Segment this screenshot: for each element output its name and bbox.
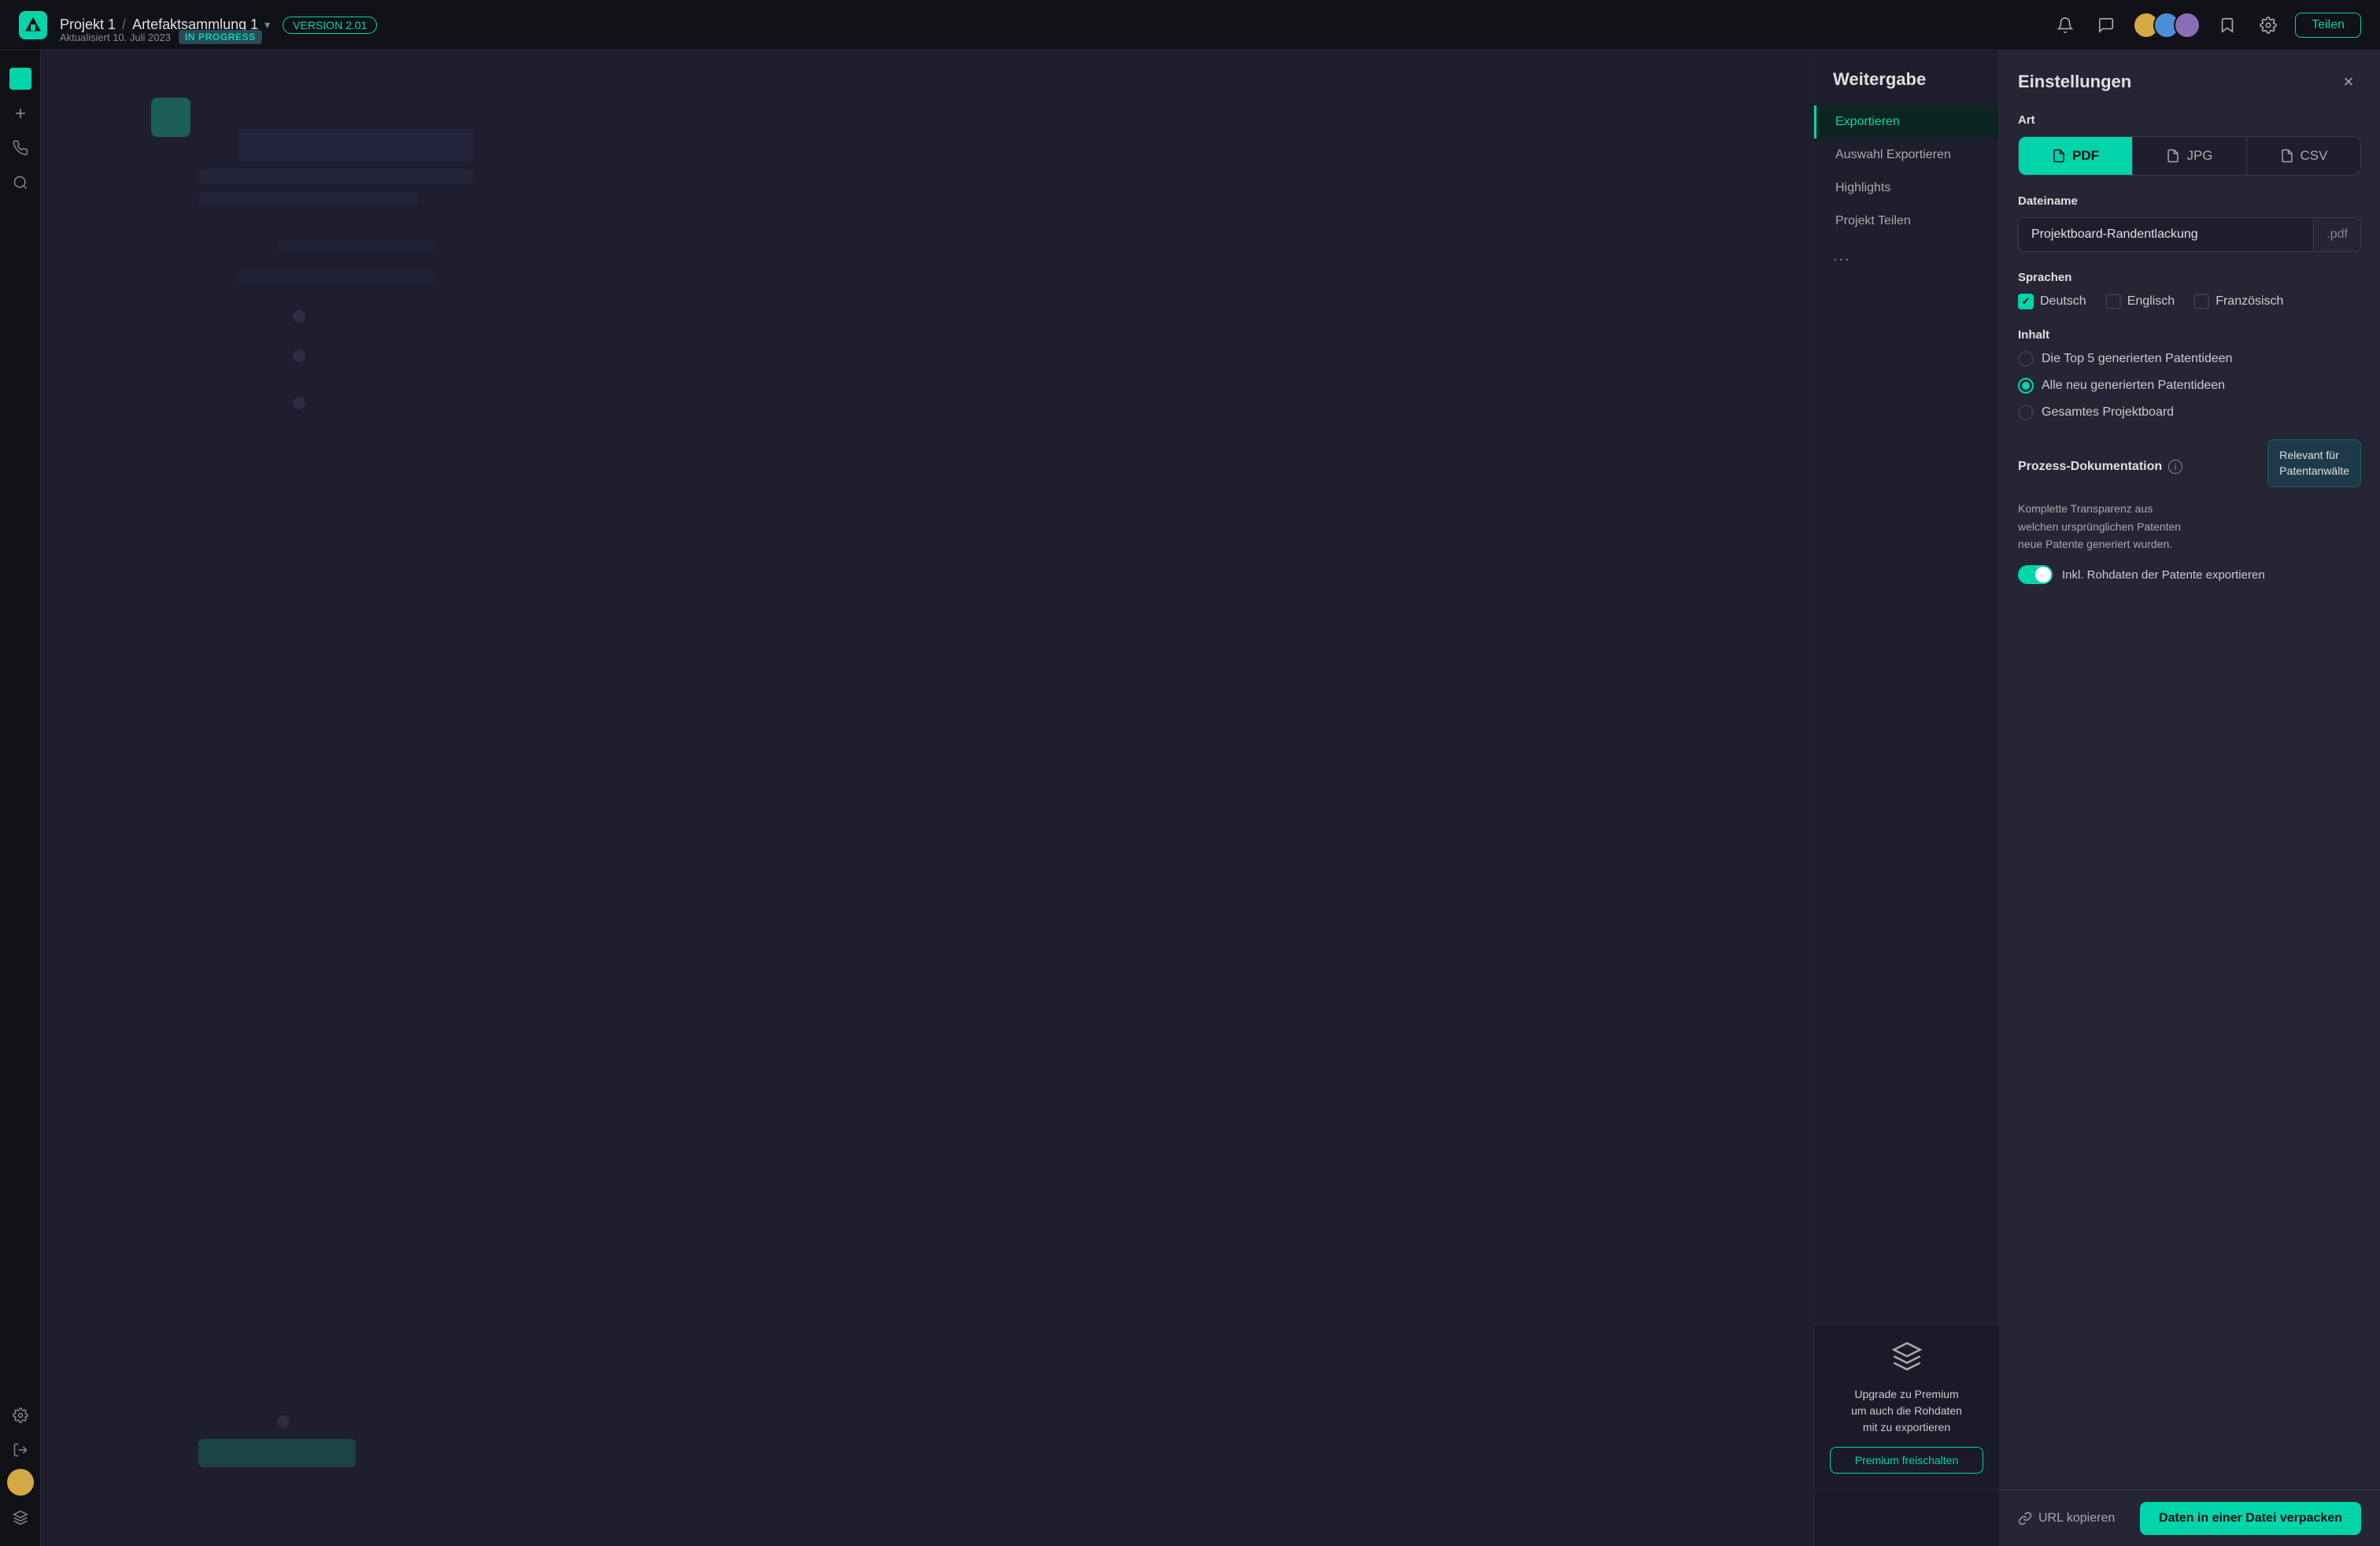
upgrade-stack-icon bbox=[1830, 1341, 1983, 1378]
toggle-thumb bbox=[2035, 567, 2051, 583]
upgrade-text: Upgrade zu Premiumum auch die Rohdatenmi… bbox=[1830, 1386, 1983, 1436]
topbar-sub: Aktualisiert 10. Juli 2023 IN PROGRESS bbox=[60, 30, 262, 44]
einst-bottom-bar: URL kopieren Daten in einer Datei verpac… bbox=[1999, 1489, 2380, 1546]
prozess-header: Prozess-Dokumentation i Relevant fürPate… bbox=[2018, 439, 2361, 494]
checkbox-englisch[interactable]: Englisch bbox=[2105, 294, 2175, 309]
sidebar-icon-settings[interactable] bbox=[5, 1400, 36, 1431]
topbar: Projekt 1 / Artefaktsammlung 1 ▾ VERSION… bbox=[0, 0, 2380, 50]
url-kopieren-button[interactable]: URL kopieren bbox=[2018, 1511, 2115, 1526]
dateiname-row: .pdf bbox=[2018, 217, 2361, 252]
sidebar bbox=[0, 50, 41, 1546]
checkbox-deutsch[interactable]: Deutsch bbox=[2018, 294, 2086, 309]
bookmark-icon-btn[interactable] bbox=[2213, 11, 2241, 39]
upgrade-box: Upgrade zu Premiumum auch die Rohdatenmi… bbox=[1814, 1324, 1999, 1489]
logo[interactable] bbox=[19, 11, 47, 39]
sidebar-icon-logout[interactable] bbox=[5, 1434, 36, 1466]
dateiname-label: Dateiname bbox=[2018, 194, 2361, 208]
radio-alle-dot[interactable] bbox=[2018, 378, 2034, 394]
checkbox-englisch-box[interactable] bbox=[2105, 294, 2121, 309]
format-tabs: PDF JPG CSV bbox=[2018, 136, 2361, 176]
checkbox-deutsch-box[interactable] bbox=[2018, 294, 2034, 309]
menu-item-highlights[interactable]: Highlights bbox=[1814, 172, 1998, 205]
sidebar-icon-add[interactable] bbox=[5, 98, 36, 129]
radio-alle[interactable]: Alle neu generierten Patentideen bbox=[2018, 378, 2361, 394]
avatars-group[interactable] bbox=[2133, 12, 2201, 39]
avatar-3[interactable] bbox=[2174, 12, 2201, 39]
art-label: Art bbox=[2018, 113, 2361, 127]
topbar-right: Teilen bbox=[2051, 11, 2361, 39]
user-avatar[interactable] bbox=[7, 1469, 34, 1496]
radio-top5-dot[interactable] bbox=[2018, 351, 2034, 367]
prozess-label: Prozess-Dokumentation bbox=[2018, 460, 2162, 474]
dateiname-ext: .pdf bbox=[2313, 218, 2360, 251]
chat-icon-btn[interactable] bbox=[2092, 11, 2120, 39]
url-kopieren-label: URL kopieren bbox=[2038, 1511, 2115, 1526]
close-button[interactable]: × bbox=[2336, 69, 2361, 94]
updated-label: Aktualisiert 10. Juli 2023 bbox=[60, 31, 171, 43]
menu-item-exportieren[interactable]: Exportieren bbox=[1814, 105, 1998, 139]
daten-verpacken-button[interactable]: Daten in einer Datei verpacken bbox=[2140, 1502, 2361, 1535]
tooltip-bubble: Relevant fürPatentanwälte bbox=[2267, 439, 2361, 487]
sprachen-row: Deutsch Englisch Französisch bbox=[2018, 294, 2361, 309]
premium-button[interactable]: Premium freischalten bbox=[1830, 1447, 1983, 1474]
format-tab-pdf[interactable]: PDF bbox=[2019, 137, 2133, 175]
sidebar-icon-search[interactable] bbox=[5, 167, 36, 198]
toggle-inkl-rohdaten[interactable] bbox=[2018, 565, 2053, 584]
left-panel-bottom-bar bbox=[1814, 1489, 1999, 1546]
toggle-label: Inkl. Rohdaten der Patente exportieren bbox=[2062, 568, 2265, 582]
dropdown-icon[interactable]: ▾ bbox=[264, 18, 270, 31]
teilen-button[interactable]: Teilen bbox=[2295, 13, 2361, 38]
checkbox-franzoesisch[interactable]: Französisch bbox=[2193, 294, 2283, 309]
weitergabe-panel: Weitergabe Exportieren Auswahl Exportier… bbox=[1813, 50, 2380, 1546]
format-tab-csv[interactable]: CSV bbox=[2247, 137, 2360, 175]
version-badge[interactable]: VERSION 2.01 bbox=[283, 17, 377, 34]
radio-group-inhalt: Die Top 5 generierten Patentideen Alle n… bbox=[2018, 351, 2361, 420]
menu-item-auswahl[interactable]: Auswahl Exportieren bbox=[1814, 139, 1998, 172]
einst-title: Einstellungen bbox=[2018, 72, 2131, 92]
toggle-row: Inkl. Rohdaten der Patente exportieren bbox=[2018, 565, 2361, 584]
menu-item-more[interactable]: ... bbox=[1814, 238, 1998, 275]
info-icon[interactable]: i bbox=[2168, 460, 2182, 474]
radio-gesamtes[interactable]: Gesamtes Projektboard bbox=[2018, 405, 2361, 420]
menu-item-projekt-teilen[interactable]: Projekt Teilen bbox=[1814, 205, 1998, 238]
sidebar-icon-logo bbox=[5, 63, 36, 94]
sidebar-bottom bbox=[5, 1400, 36, 1533]
notification-icon-btn[interactable] bbox=[2051, 11, 2079, 39]
sidebar-icon-layers[interactable] bbox=[5, 1502, 36, 1533]
sprachen-label: Sprachen bbox=[2018, 271, 2361, 284]
weitergabe-left: Weitergabe Exportieren Auswahl Exportier… bbox=[1814, 50, 1999, 1546]
radio-top5[interactable]: Die Top 5 generierten Patentideen bbox=[2018, 351, 2361, 367]
sidebar-icon-phone[interactable] bbox=[5, 132, 36, 164]
format-tab-jpg[interactable]: JPG bbox=[2133, 137, 2247, 175]
einstellungen-panel: Einstellungen × Art PDF JPG CSV Dateinam… bbox=[1999, 50, 2380, 1546]
einst-header: Einstellungen × bbox=[2018, 69, 2361, 94]
weitergabe-title: Weitergabe bbox=[1814, 69, 1998, 105]
inhalt-label: Inhalt bbox=[2018, 328, 2361, 342]
checkbox-franzoesisch-box[interactable] bbox=[2193, 294, 2209, 309]
prozess-desc: Komplette Transparenz auswelchen ursprün… bbox=[2018, 500, 2361, 553]
settings-icon-btn[interactable] bbox=[2254, 11, 2282, 39]
radio-gesamtes-dot[interactable] bbox=[2018, 405, 2034, 420]
dateiname-input[interactable] bbox=[2019, 218, 2313, 251]
status-badge: IN PROGRESS bbox=[179, 30, 262, 44]
